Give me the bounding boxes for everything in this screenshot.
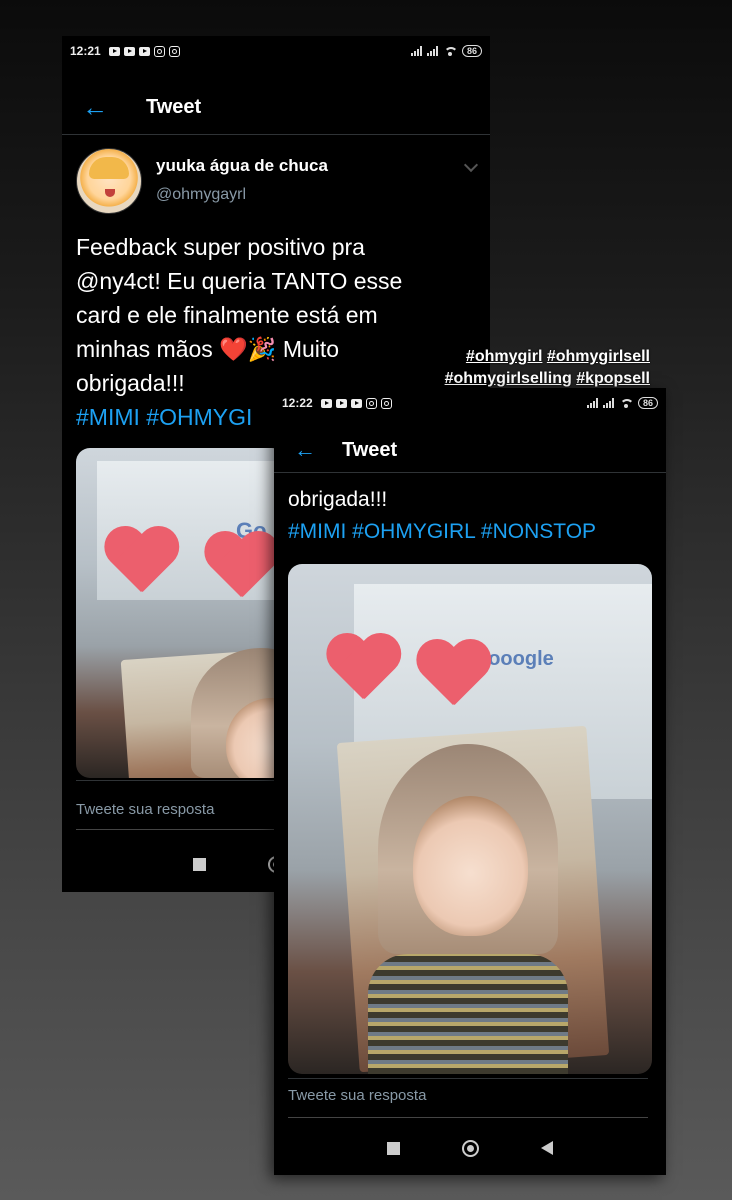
hashtags[interactable]: #MIMI #OHMYGIRL #NONSTOP	[288, 516, 656, 548]
avatar[interactable]	[76, 148, 142, 214]
back-button-icon[interactable]	[541, 1141, 553, 1155]
status-bar: 12:22 86	[274, 388, 666, 418]
tweet-header: ← Tweet	[274, 428, 666, 473]
tweet-line: card e ele finalmente está em	[76, 302, 378, 328]
hashtag[interactable]: #ohmygirlsell	[547, 348, 650, 365]
signal-icon	[410, 46, 422, 56]
heart-emoji-icon: ❤️	[219, 336, 248, 362]
party-popper-emoji-icon: 🎉	[247, 336, 277, 362]
heart-sticker-icon	[101, 528, 181, 608]
youtube-icon	[138, 46, 150, 56]
back-arrow-icon[interactable]: ←	[294, 437, 324, 463]
heart-sticker-icon	[413, 641, 493, 721]
status-time: 12:21	[70, 44, 101, 58]
signal-icon	[586, 398, 598, 408]
instagram-icon	[365, 397, 377, 409]
tweet-line: obrigada!!!	[288, 488, 388, 511]
hashtag[interactable]: #kpopsell	[576, 370, 650, 387]
instagram-icon	[380, 397, 392, 409]
tweet-line: Feedback super positivo pra	[76, 234, 365, 260]
tweet-header: ← Tweet	[62, 80, 490, 135]
wifi-icon	[619, 398, 634, 408]
user-handle[interactable]: @ohmygayrl	[156, 186, 328, 204]
status-time: 12:22	[282, 396, 313, 410]
recents-button-icon[interactable]	[387, 1141, 400, 1155]
instagram-icon	[153, 45, 165, 57]
tweet-text: obrigada!!! #MIMI #OHMYGIRL #NONSTOP	[288, 484, 656, 548]
signal-icon	[602, 398, 614, 408]
page-title: Tweet	[146, 95, 202, 118]
display-name[interactable]: yuuka água de chuca	[156, 156, 328, 176]
battery-indicator: 86	[637, 397, 658, 409]
instagram-icon	[168, 45, 180, 57]
page-title: Tweet	[342, 438, 398, 461]
youtube-icon	[335, 398, 347, 408]
hashtag[interactable]: #ohmygirlselling	[445, 370, 572, 387]
battery-indicator: 86	[461, 45, 482, 57]
tweet-line: @ny4ct! Eu queria TANTO esse	[76, 268, 403, 294]
youtube-icon	[350, 398, 362, 408]
chevron-down-icon[interactable]	[463, 157, 479, 173]
heart-sticker-icon	[323, 635, 403, 715]
youtube-icon	[108, 46, 120, 56]
youtube-icon	[320, 398, 332, 408]
tweet-author: yuuka água de chuca @ohmygayrl	[76, 148, 328, 214]
tweet-photo[interactable]: Go	[76, 448, 286, 778]
android-nav-bar	[274, 1138, 666, 1158]
back-arrow-icon[interactable]: ←	[82, 92, 112, 123]
youtube-icon	[123, 46, 135, 56]
wifi-icon	[443, 46, 458, 56]
reply-field[interactable]: Tweete sua resposta	[288, 1078, 648, 1119]
signal-icon	[426, 46, 438, 56]
story-hashtags: #ohmygirl #ohmygirlsell #ohmygirlselling…	[410, 346, 650, 390]
heart-sticker-icon	[201, 533, 281, 613]
screenshot-2: 12:22 86 ← Tweet obrigada!!! #MIMI #OHMY…	[274, 388, 666, 1175]
tweet-photo[interactable]: Goooooogle	[288, 564, 652, 1074]
home-button-icon[interactable]	[462, 1139, 479, 1157]
hashtag[interactable]: #ohmygirl	[466, 348, 542, 365]
recents-button-icon[interactable]	[193, 857, 206, 871]
status-bar: 12:21 86	[62, 36, 490, 66]
